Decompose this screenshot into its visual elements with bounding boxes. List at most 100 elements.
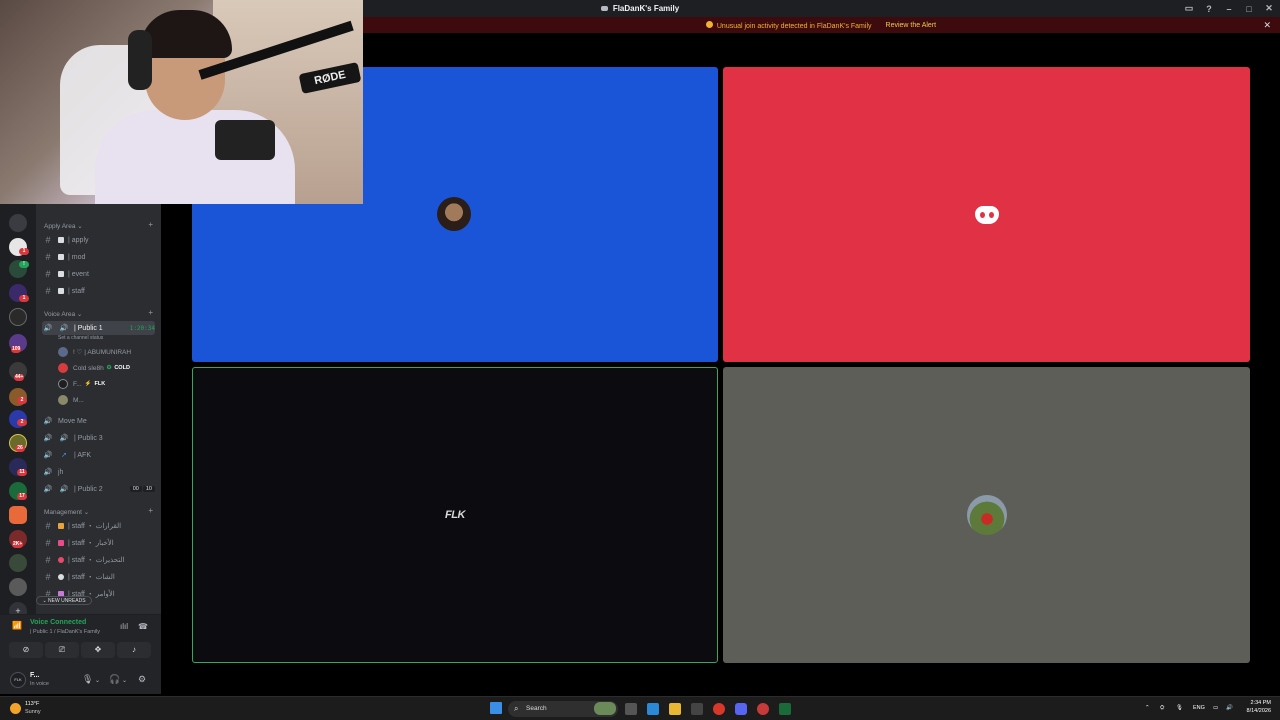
voice-user[interactable]: Cold sle8h ✪ COLD bbox=[58, 362, 130, 374]
review-alert-button[interactable]: Review the Alert bbox=[886, 22, 937, 29]
voice-user-name: Cold sle8h bbox=[73, 364, 104, 372]
voice-channel-public-2[interactable]: 🔊 🔊 | Public 2 00 10 bbox=[42, 482, 155, 496]
mention-badge: ! bbox=[19, 261, 29, 268]
video-tile-speaking[interactable]: FLK bbox=[192, 367, 718, 663]
voice-connected-title[interactable]: Voice Connected bbox=[30, 619, 86, 626]
channel-mod[interactable]: # | mod bbox=[42, 250, 155, 264]
channel-staff-warnings[interactable]: # | staff ・ التحذيرات bbox=[42, 553, 155, 567]
voice-user[interactable]: F... ⚡ FLK bbox=[58, 378, 105, 390]
volume-icon[interactable]: 🔊 bbox=[1226, 705, 1233, 711]
search-highlight-icon[interactable] bbox=[594, 702, 616, 715]
channel-label: | staff bbox=[68, 287, 85, 295]
weather-temperature[interactable]: 113°F bbox=[25, 701, 39, 707]
edge-browser-icon[interactable] bbox=[647, 703, 659, 715]
channel-label: | Public 2 bbox=[74, 485, 103, 493]
hash-icon: # bbox=[45, 538, 51, 548]
chevron-down-icon[interactable]: ⌄ bbox=[122, 677, 127, 684]
server-icon[interactable] bbox=[9, 554, 27, 572]
noise-suppression-icon[interactable]: ılıl bbox=[120, 622, 128, 631]
file-explorer-icon[interactable] bbox=[669, 703, 681, 715]
network-tray-icon[interactable]: ⛭ bbox=[1160, 705, 1164, 712]
signal-icon[interactable]: 📶 bbox=[12, 621, 22, 631]
channel-emoji-icon bbox=[58, 540, 64, 546]
username[interactable]: F... bbox=[30, 672, 39, 679]
discord-icon[interactable] bbox=[735, 703, 747, 715]
tray-overflow-icon[interactable]: ⌃ bbox=[1145, 705, 1150, 711]
microsoft-store-icon[interactable] bbox=[691, 703, 703, 715]
channel-staff[interactable]: # | staff bbox=[42, 284, 155, 298]
category-voice-area[interactable]: Voice Area ⌄ bbox=[44, 310, 82, 318]
avatar[interactable]: FLK bbox=[10, 672, 26, 688]
participant-logo: FLK bbox=[445, 509, 465, 521]
add-channel-icon[interactable]: + bbox=[148, 308, 153, 317]
video-tile[interactable] bbox=[723, 67, 1250, 362]
screen-share-icon[interactable]: ⎚ bbox=[45, 642, 79, 658]
voice-timer: 1:20:34 bbox=[129, 324, 155, 332]
channel-label: | AFK bbox=[74, 451, 91, 459]
voice-connected-subtitle[interactable]: | Public 1 / FlaDanK's Family bbox=[30, 629, 100, 635]
clock-time[interactable]: 2:34 PM bbox=[1243, 700, 1271, 706]
minimize-icon[interactable]: – bbox=[1224, 4, 1234, 14]
chevron-down-icon[interactable]: ⌄ bbox=[95, 677, 100, 684]
video-tile[interactable] bbox=[723, 367, 1250, 663]
weather-condition[interactable]: Sunny bbox=[25, 709, 41, 715]
display-icon[interactable]: ▭ bbox=[1213, 705, 1218, 711]
voice-channel-afk[interactable]: 🔊 ➚ | AFK bbox=[42, 448, 155, 462]
add-channel-icon[interactable]: + bbox=[148, 220, 153, 229]
server-icon[interactable] bbox=[9, 506, 27, 524]
sun-icon[interactable] bbox=[10, 703, 21, 714]
inbox-icon[interactable]: ▭ bbox=[1184, 3, 1194, 14]
chrome-icon[interactable] bbox=[713, 703, 725, 715]
help-icon[interactable]: ? bbox=[1204, 4, 1214, 14]
close-icon[interactable]: ✕ bbox=[1264, 3, 1274, 14]
clock-date[interactable]: 8/14/2026 bbox=[1240, 708, 1271, 714]
server-icon[interactable] bbox=[9, 578, 27, 596]
channel-emoji-icon bbox=[58, 574, 64, 580]
mention-badge: 109 bbox=[11, 346, 22, 353]
soundboard-icon[interactable]: ♪ bbox=[117, 642, 151, 658]
mic-tray-icon[interactable]: 🎙 bbox=[1176, 705, 1183, 711]
excel-icon[interactable] bbox=[779, 703, 791, 715]
category-management[interactable]: Management ⌄ bbox=[44, 508, 89, 516]
voice-user[interactable]: ! ♡ | ABUMUNIRAH bbox=[58, 346, 131, 358]
discord-logo-icon bbox=[974, 205, 999, 224]
channel-apply[interactable]: # | apply bbox=[42, 233, 155, 247]
channel-staff-chat[interactable]: # | staff ・ الشات bbox=[42, 570, 155, 584]
server-icon[interactable] bbox=[9, 308, 27, 326]
category-apply-area[interactable]: Apply Area ⌄ bbox=[44, 222, 83, 230]
new-unreads-pill[interactable]: ⌄ NEW UNREADS bbox=[36, 596, 92, 605]
app-icon[interactable] bbox=[757, 703, 769, 715]
speaker-icon: 🔊 bbox=[43, 452, 53, 459]
activities-icon[interactable]: ✥ bbox=[81, 642, 115, 658]
channel-status[interactable]: Set a channel status bbox=[58, 335, 103, 341]
microphone-icon[interactable]: 🎙 bbox=[82, 674, 93, 685]
channel-label: | staff ・ الأخبار bbox=[68, 540, 114, 547]
user-count: 00 bbox=[129, 486, 142, 492]
disconnect-icon[interactable]: ☎ bbox=[138, 622, 148, 631]
mention-badge: 26 bbox=[15, 445, 25, 452]
voice-user[interactable]: M... bbox=[58, 394, 84, 406]
voice-channel-jh[interactable]: 🔊 jh bbox=[42, 465, 155, 479]
server-icon-home[interactable] bbox=[9, 214, 27, 232]
language-indicator[interactable]: ENG bbox=[1193, 705, 1205, 711]
channel-staff-news[interactable]: # | staff ・ الأخبار bbox=[42, 536, 155, 550]
maximize-icon[interactable]: □ bbox=[1244, 4, 1254, 14]
voice-channel-move-me[interactable]: 🔊 Move Me bbox=[42, 414, 155, 428]
windows-start-icon[interactable] bbox=[490, 702, 502, 714]
task-view-icon[interactable] bbox=[625, 703, 637, 715]
headphones-icon[interactable]: 🎧 bbox=[109, 674, 120, 685]
voice-channel-public-1[interactable]: 🔊 🔊 | Public 1 1:20:34 bbox=[42, 321, 155, 335]
avatar bbox=[58, 395, 68, 405]
camera-off-icon[interactable]: ⊘ bbox=[9, 642, 43, 658]
channel-emoji-icon bbox=[58, 288, 64, 294]
speaker-icon: 🔊 bbox=[43, 325, 53, 332]
channel-event[interactable]: # | event bbox=[42, 267, 155, 281]
add-channel-icon[interactable]: + bbox=[148, 506, 153, 515]
channel-staff-decisions[interactable]: # | staff ・ القرارات bbox=[42, 519, 155, 533]
close-alert-icon[interactable]: ✕ bbox=[1263, 20, 1271, 31]
voice-channel-public-3[interactable]: 🔊 🔊 | Public 3 bbox=[42, 431, 155, 445]
user-limit-count: 10 bbox=[142, 486, 155, 492]
window-title: FlaDanK's Family bbox=[612, 4, 680, 13]
settings-gear-icon[interactable]: ⚙ bbox=[138, 674, 146, 685]
speaker-emoji-icon: 🔊 bbox=[59, 325, 69, 332]
